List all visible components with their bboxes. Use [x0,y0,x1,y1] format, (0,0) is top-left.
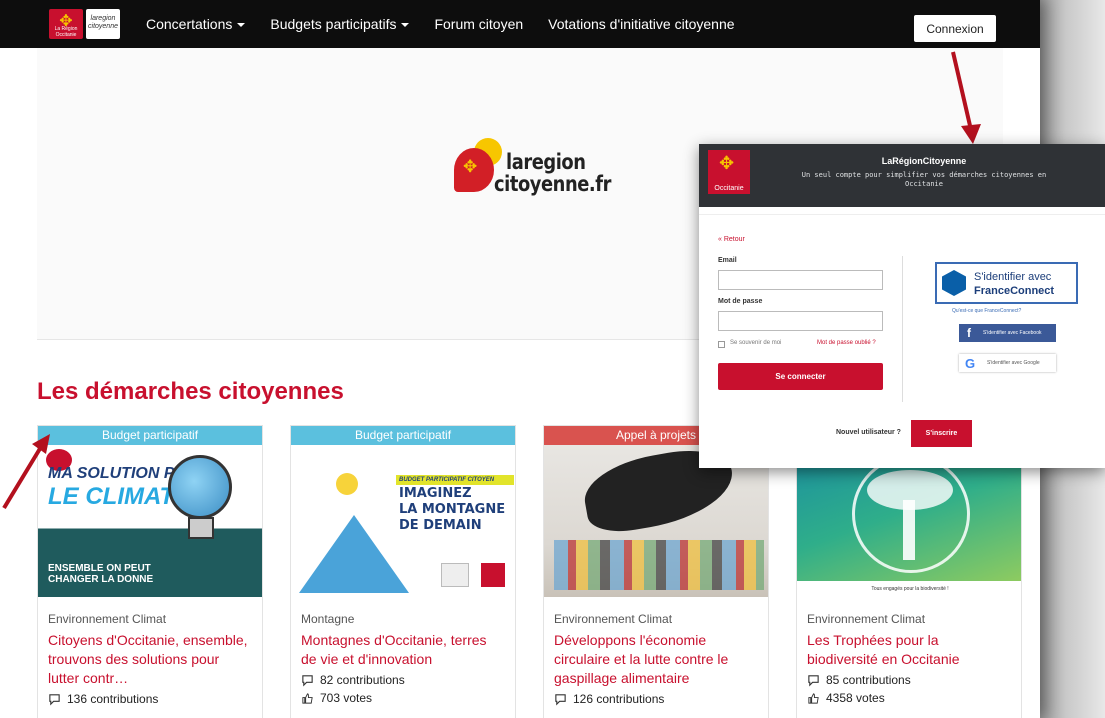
card-title[interactable]: Les Trophées pour la biodiversité en Occ… [807,631,1011,669]
card-image-headline3: DE DEMAIN [399,518,482,533]
card-contributions: 126 contributions [554,692,758,706]
card-title[interactable]: Montagnes d'Occitanie, terres de vie et … [301,631,505,669]
card-image: MA SOLUTION POUR LE CLIMAT ! ENSEMBLE ON… [38,445,262,597]
modal-divider [902,256,903,402]
menu-forum-citoyen[interactable]: Forum citoyen [434,16,523,32]
card-votes: 703 votes [301,691,505,705]
hero-logo-line1: laregion [506,150,586,174]
back-link[interactable]: « Retour [718,236,745,243]
card-category: Environnement Climat [807,612,926,626]
remember-me-label[interactable]: Se souvenir de moi [730,340,781,346]
votes-count: 4358 votes [826,691,885,705]
email-field[interactable] [718,270,883,290]
card-image: BUDGET PARTICIPATIF CITOYEN IMAGINEZ LA … [291,445,515,597]
hero-logo-line2: citoyenne.fr [494,172,612,196]
annotation-arrow-card [2,434,50,510]
speech-bubble-icon [302,674,313,686]
card-image-headline1: IMAGINEZ [399,486,472,501]
card-montagne[interactable]: Budget participatif BUDGET PARTICIPATIF … [290,425,516,718]
thumbs-up-icon [808,692,819,704]
modal-separator [699,207,1105,215]
card-climat[interactable]: Budget participatif MA SOLUTION POUR LE … [37,425,263,718]
facebook-login-label: S'identifier avec Facebook [983,330,1042,336]
connexion-button[interactable]: Connexion [914,15,996,42]
section-title: Les démarches citoyennes [37,378,344,405]
contributions-count: 136 contributions [67,692,159,706]
caret-down-icon [237,23,246,28]
forgot-password-link[interactable]: Mot de passe oublié ? [817,340,876,346]
franceconnect-icon [942,270,966,296]
card-category: Environnement Climat [48,612,167,626]
annotation-arrow-login [951,51,981,144]
card-tag: Budget participatif [291,426,515,445]
contributions-count: 85 contributions [826,673,911,687]
occitan-cross-icon: ✥ [463,157,478,177]
contributions-count: 82 contributions [320,673,405,687]
card-votes: 4358 votes [807,691,1011,705]
password-label: Mot de passe [718,298,763,305]
login-submit-button[interactable]: Se connecter [718,363,883,390]
menu-concertations-label: Concertations [146,16,233,32]
occitanie-logo: ✥ Occitanie [708,150,750,194]
google-login-button[interactable]: G S'identifier avec Google [959,354,1056,372]
franceconnect-info-link[interactable]: Qu'est-ce que FranceConnect? [952,308,1021,314]
card-economie-circulaire[interactable]: Appel à projets Environnement Climat Dév… [543,425,769,718]
card-category: Montagne [301,612,355,626]
contributions-count: 126 contributions [573,692,665,706]
signup-button[interactable]: S'inscrire [911,420,972,447]
hero-logo: ✥ laregion citoyenne.fr [454,138,611,202]
google-icon: G [965,356,976,371]
facebook-icon: f [967,326,971,340]
facebook-login-button[interactable]: f S'identifier avec Facebook [959,324,1056,342]
new-user-label: Nouvel utilisateur ? [836,429,901,436]
franceconnect-line2: FranceConnect [974,285,1055,297]
card-image-bottom: ENSEMBLE ON PEUT CHANGER LA DONNE [48,563,154,585]
speech-bubble-icon [555,693,566,705]
top-navbar: ✥ La Région Occitanie laregion citoyenne… [0,0,1040,48]
card-image-caption: Tous engagés pour la biodiversité ! [797,581,1021,597]
occitanie-logo-text: La Région Occitanie [54,26,78,38]
modal-tagline: Un seul compte pour simplifier vos démar… [801,171,1047,188]
occitan-cross-icon: ✥ [719,153,735,174]
email-label: Email [718,257,737,264]
caret-down-icon [401,23,410,28]
remember-me-checkbox[interactable] [718,341,725,348]
votes-count: 703 votes [320,691,373,705]
speech-bubble-icon [808,674,819,686]
laregion-citoyenne-logo[interactable]: laregion citoyenne [86,9,120,39]
occitanie-logo-text: Occitanie [714,185,744,192]
card-title[interactable]: Citoyens d'Occitanie, ensemble, trouvons… [48,631,252,688]
card-contributions: 82 contributions [301,673,505,687]
menu-concertations[interactable]: Concertations [146,16,246,32]
menu-votations[interactable]: Votations d'initiative citoyenne [548,16,734,32]
franceconnect-line1: S'identifier avec [974,271,1052,283]
card-contributions: 136 contributions [48,692,252,706]
thumbs-up-icon [302,692,313,704]
menu-budgets-participatifs[interactable]: Budgets participatifs [270,16,410,32]
login-modal: ✥ Occitanie LaRégionCitoyenne Un seul co… [699,144,1105,468]
menu-budgets-label: Budgets participatifs [270,16,397,32]
password-field[interactable] [718,311,883,331]
card-tag: Budget participatif [38,426,262,445]
google-login-label: S'identifier avec Google [987,360,1040,366]
occitanie-logo[interactable]: ✥ La Région Occitanie [49,9,83,39]
card-title[interactable]: Développons l'économie circulaire et la … [554,631,758,688]
modal-brand: LaRégionCitoyenne [881,156,967,166]
franceconnect-button[interactable]: S'identifier avec FranceConnect [935,262,1078,304]
main-menu: Concertations Budgets participatifs Foru… [146,0,760,48]
speech-bubble-icon [49,693,60,705]
card-contributions: 85 contributions [807,673,1011,687]
card-category: Environnement Climat [554,612,673,626]
card-image-headline0: BUDGET PARTICIPATIF CITOYEN [396,475,514,485]
card-biodiversite[interactable]: Tous engagés pour la biodiversité ! Envi… [796,425,1022,718]
card-image-headline2: LA MONTAGNE [399,502,506,517]
modal-header: ✥ Occitanie LaRégionCitoyenne Un seul co… [699,144,1105,207]
